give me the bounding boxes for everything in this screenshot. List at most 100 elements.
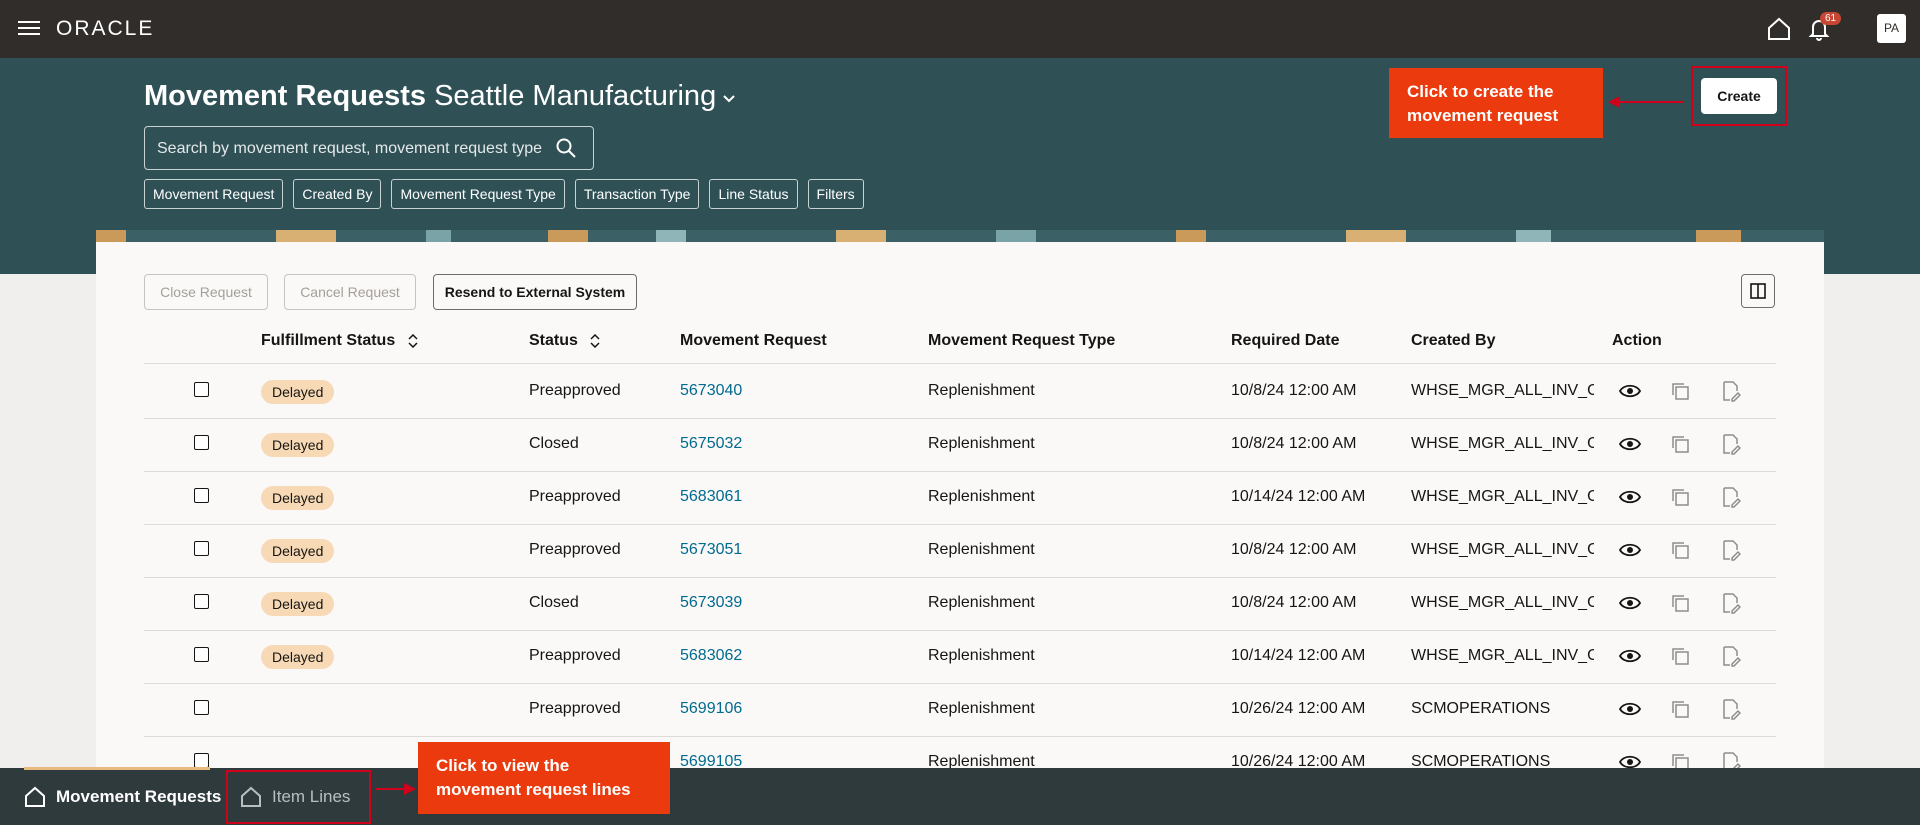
- view-icon[interactable]: [1618, 592, 1642, 614]
- table-row[interactable]: Delayed Preapproved 5673051 Replenishment 10…: [144, 525, 1776, 578]
- view-icon[interactable]: [1618, 486, 1642, 508]
- edit-icon[interactable]: [1719, 486, 1742, 508]
- col-created-by: Created By: [1411, 332, 1496, 349]
- table-row[interactable]: Delayed Preapproved 5683062 Replenishment 10…: [144, 631, 1776, 684]
- table-row[interactable]: Delayed Preapproved 5673040 Replenishment 10…: [144, 366, 1776, 419]
- page-title: Movement Requests Seattle Manufacturing: [144, 80, 736, 113]
- menu-icon[interactable]: [18, 19, 40, 37]
- movement-request-link[interactable]: 5673051: [680, 541, 742, 559]
- duplicate-icon[interactable]: [1669, 592, 1691, 614]
- col-fulfillment-status[interactable]: Fulfillment Status: [261, 332, 418, 350]
- filter-chip-line-status[interactable]: Line Status: [709, 179, 798, 209]
- view-icon[interactable]: [1618, 433, 1642, 455]
- movement-request-link[interactable]: 5673040: [680, 382, 742, 400]
- created-by-cell: WHSE_MGR_ALL_INV_OF: [1411, 382, 1594, 399]
- duplicate-icon[interactable]: [1669, 539, 1691, 561]
- edit-icon[interactable]: [1719, 592, 1742, 614]
- status-cell: Preapproved: [529, 541, 621, 558]
- table-row[interactable]: Preapproved 5699106 Replenishment 10/26/24 …: [144, 684, 1776, 737]
- view-icon[interactable]: [1618, 751, 1642, 768]
- required-date-cell: 10/14/24 12:00 AM: [1231, 647, 1366, 664]
- duplicate-icon[interactable]: [1669, 645, 1691, 667]
- created-by-cell: WHSE_MGR_ALL_INV_OF: [1411, 647, 1594, 664]
- arrow-icon: [1608, 96, 1684, 108]
- required-date-cell: 10/14/24 12:00 AM: [1231, 488, 1366, 505]
- row-checkbox[interactable]: [194, 594, 209, 609]
- row-checkbox[interactable]: [194, 382, 209, 397]
- filter-chip-movement-request[interactable]: Movement Request: [144, 179, 284, 209]
- status-cell: Closed: [529, 435, 579, 452]
- page-title-main: Movement Requests: [144, 80, 427, 112]
- view-icon[interactable]: [1618, 539, 1642, 561]
- created-by-cell: SCMOPERATIONS: [1411, 700, 1551, 717]
- duplicate-icon[interactable]: [1669, 751, 1691, 768]
- col-status[interactable]: Status: [529, 332, 600, 350]
- row-checkbox[interactable]: [194, 647, 209, 662]
- panel-toggle-button[interactable]: [1741, 274, 1775, 308]
- required-date-cell: 10/8/24 12:00 AM: [1231, 594, 1357, 611]
- filter-chip-created-by[interactable]: Created By: [293, 179, 382, 209]
- duplicate-icon[interactable]: [1669, 380, 1691, 402]
- table-row[interactable]: Preapproved5699105Replenishment10/26/24 …: [144, 737, 1776, 768]
- search-icon[interactable]: [555, 137, 577, 159]
- home-icon[interactable]: [1766, 16, 1792, 42]
- movement-request-link[interactable]: 5699105: [680, 753, 742, 768]
- edit-icon[interactable]: [1719, 645, 1742, 667]
- status-cell: Preapproved: [529, 700, 621, 717]
- movement-request-link[interactable]: 5673039: [680, 594, 742, 612]
- movement-request-type-cell: Replenishment: [928, 382, 1035, 399]
- filter-chip-transaction-type[interactable]: Transaction Type: [574, 179, 700, 209]
- row-checkbox[interactable]: [194, 753, 209, 768]
- movement-request-link[interactable]: 5683062: [680, 647, 742, 665]
- row-checkbox[interactable]: [194, 435, 209, 450]
- item-lines-callout: Click to view the movement request lines: [418, 742, 670, 814]
- col-fulfillment-status-label: Fulfillment Status: [261, 332, 396, 349]
- view-icon[interactable]: [1618, 698, 1642, 720]
- duplicate-icon[interactable]: [1669, 486, 1691, 508]
- item-lines-highlight: [226, 770, 371, 824]
- view-icon[interactable]: [1618, 380, 1642, 402]
- edit-icon[interactable]: [1719, 433, 1742, 455]
- row-checkbox[interactable]: [194, 488, 209, 503]
- required-date-cell: 10/8/24 12:00 AM: [1231, 435, 1357, 452]
- movement-request-type-cell: Replenishment: [928, 541, 1035, 558]
- duplicate-icon[interactable]: [1669, 433, 1691, 455]
- create-button[interactable]: Create: [1701, 78, 1777, 114]
- fulfillment-status-badge: Delayed: [261, 592, 335, 616]
- status-cell: Preapproved: [529, 382, 621, 399]
- table-row[interactable]: Delayed Closed 5673039 Replenishment 10/8/24…: [144, 578, 1776, 631]
- close-request-button[interactable]: Close Request: [144, 274, 268, 310]
- view-icon[interactable]: [1618, 645, 1642, 667]
- table-row[interactable]: Delayed Closed 5675032 Replenishment 10/8/24…: [144, 419, 1776, 472]
- edit-icon[interactable]: [1719, 751, 1742, 768]
- movement-request-type-cell: Replenishment: [928, 435, 1035, 452]
- edit-icon[interactable]: [1719, 380, 1742, 402]
- arrow-icon: [376, 783, 416, 795]
- required-date-cell: 10/8/24 12:00 AM: [1231, 382, 1357, 399]
- edit-icon[interactable]: [1719, 539, 1742, 561]
- resend-button[interactable]: Resend to External System: [433, 274, 637, 310]
- nav-movement-requests[interactable]: Movement Requests: [24, 767, 221, 825]
- duplicate-icon[interactable]: [1669, 698, 1691, 720]
- search-input[interactable]: [157, 137, 547, 161]
- cancel-request-button[interactable]: Cancel Request: [284, 274, 416, 310]
- avatar[interactable]: PA: [1877, 14, 1906, 43]
- split-view-icon: [1750, 283, 1766, 299]
- movement-request-link[interactable]: 5699106: [680, 700, 742, 718]
- row-checkbox[interactable]: [194, 541, 209, 556]
- filter-chip-movement-request-type[interactable]: Movement Request Type: [391, 179, 565, 209]
- org-selector[interactable]: Seattle Manufacturing: [434, 80, 736, 112]
- table-row[interactable]: Delayed Preapproved 5683061 Replenishment 10…: [144, 472, 1776, 525]
- decorative-banner: [96, 230, 1824, 242]
- row-checkbox[interactable]: [194, 700, 209, 715]
- col-action: Action: [1612, 332, 1662, 349]
- filter-chip-filters[interactable]: Filters: [807, 179, 864, 209]
- movement-request-type-cell: Replenishment: [928, 488, 1035, 505]
- movement-request-link[interactable]: 5675032: [680, 435, 742, 453]
- status-cell: Preapproved: [529, 488, 621, 505]
- movement-request-link[interactable]: 5683061: [680, 488, 742, 506]
- edit-icon[interactable]: [1719, 698, 1742, 720]
- sort-icon[interactable]: [590, 333, 600, 348]
- fulfillment-status-badge: Delayed: [261, 433, 335, 457]
- sort-icon[interactable]: [408, 333, 418, 348]
